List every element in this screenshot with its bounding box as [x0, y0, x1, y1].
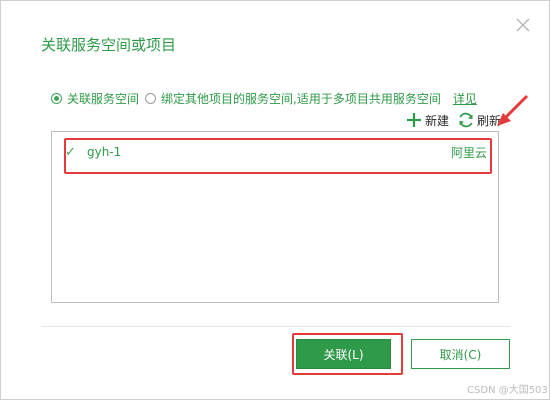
space-provider: 阿里云 — [450, 145, 487, 160]
new-button-label: 新建 — [425, 113, 450, 128]
watermark: CSDN @大国503 — [467, 385, 548, 396]
associate-button[interactable]: 关联(L) — [296, 339, 391, 369]
check-icon: ✓ — [65, 144, 76, 160]
new-button[interactable]: 新建 — [405, 111, 449, 129]
close-icon[interactable] — [513, 15, 533, 35]
radio-option-associate[interactable]: 关联服务空间 — [51, 90, 139, 107]
plus-icon — [407, 113, 421, 127]
dialog-title: 关联服务空间或项目 — [41, 36, 177, 54]
radio-option-bind-other-label: 绑定其他项目的服务空间,适用于多项目共用服务空间 — [161, 91, 441, 106]
annotation-arrow-icon — [497, 94, 529, 126]
footer-divider — [41, 326, 511, 327]
space-name: gyh-1 — [87, 145, 122, 159]
radio-checked-icon[interactable] — [51, 92, 62, 104]
list-item[interactable]: ✓ gyh-1 阿里云 — [65, 139, 493, 165]
radio-option-associate-label: 关联服务空间 — [67, 91, 140, 106]
dialog: 关联服务空间或项目 关联服务空间 绑定其他项目的服务空间,适用于多项目共用服务空… — [0, 0, 550, 400]
details-link[interactable]: 详见 — [453, 90, 477, 107]
service-space-list: ✓ gyh-1 阿里云 — [51, 131, 499, 303]
radio-option-bind-other[interactable]: 绑定其他项目的服务空间,适用于多项目共用服务空间 — [145, 90, 441, 107]
radio-unchecked-icon[interactable] — [145, 92, 157, 104]
refresh-icon — [459, 112, 473, 128]
space-mode-radio-group: 关联服务空间 绑定其他项目的服务空间,适用于多项目共用服务空间 详见 — [51, 89, 477, 107]
cancel-button[interactable]: 取消(C) — [411, 339, 510, 369]
